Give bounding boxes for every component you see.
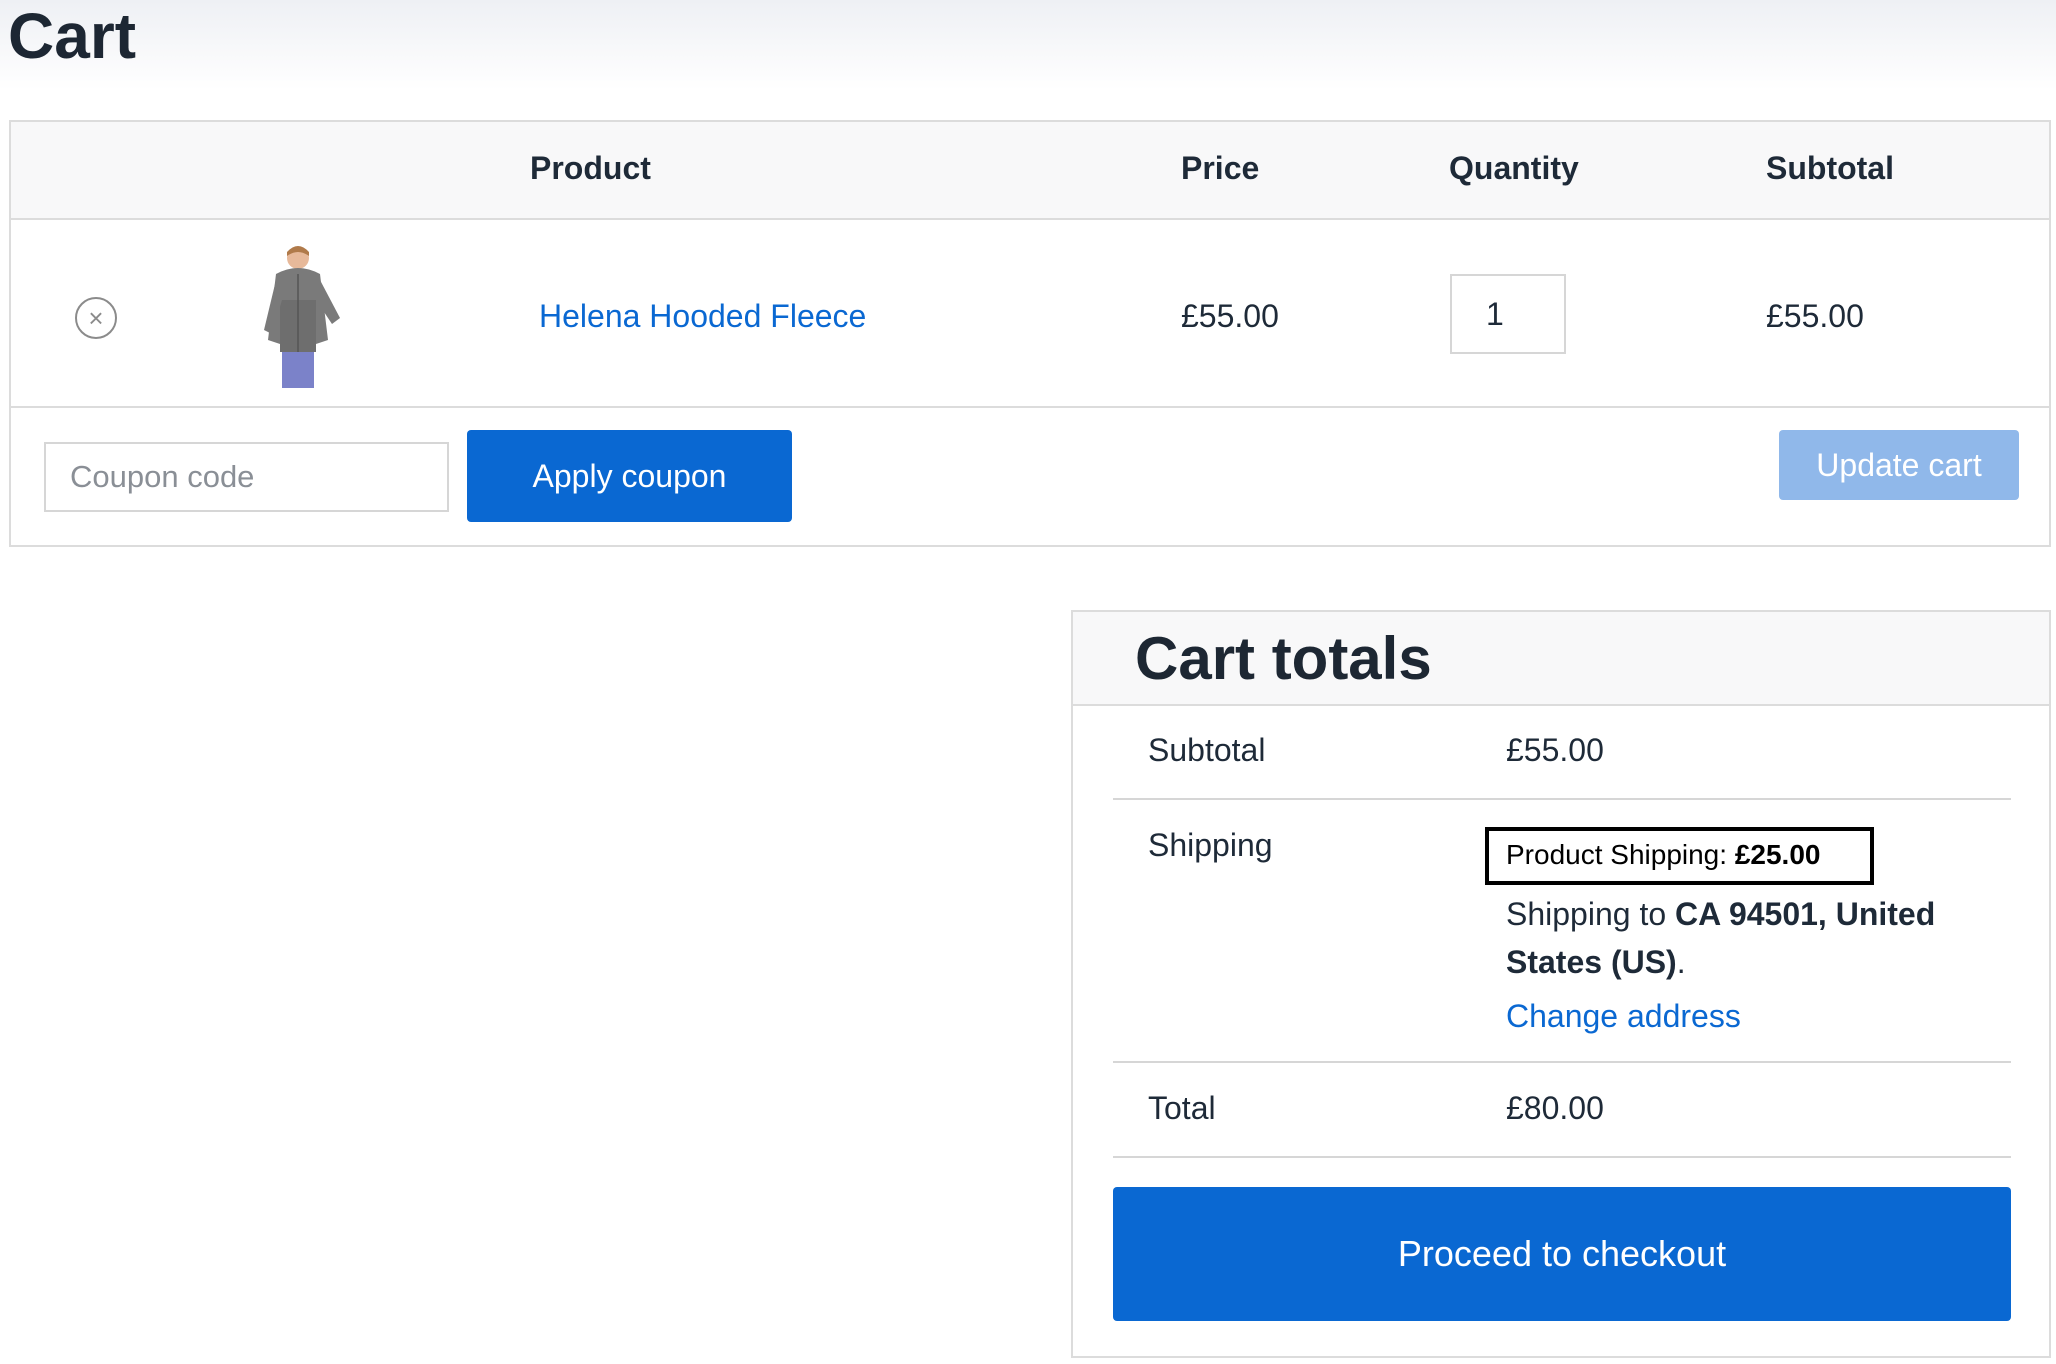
remove-item-button[interactable]: × xyxy=(75,297,117,339)
column-header-subtotal: Subtotal xyxy=(1766,150,1894,186)
column-header-product: Product xyxy=(530,150,651,186)
total-label: Total xyxy=(1148,1090,1216,1126)
subtotal-label: Subtotal xyxy=(1148,732,1266,768)
shipping-label: Shipping xyxy=(1148,827,1273,863)
cart-table: Product Price Quantity Subtotal × Helena… xyxy=(9,120,2051,547)
proceed-to-checkout-button[interactable]: Proceed to checkout xyxy=(1113,1187,2011,1321)
shipping-to-suffix: . xyxy=(1676,944,1686,980)
cart-actions-row: Apply coupon Update cart xyxy=(11,408,2049,545)
shipping-method-value: £25.00 xyxy=(1734,839,1821,870)
cart-totals-header: Cart totals xyxy=(1073,612,2049,706)
change-address-link[interactable]: Change address xyxy=(1506,998,1741,1035)
shipping-method: Product Shipping: £25.00 xyxy=(1506,839,1820,871)
cart-item-row: × Helena Hooded Fleece £55.00 £55.00 xyxy=(11,220,2049,408)
divider xyxy=(1113,1156,2011,1158)
column-header-price: Price xyxy=(1181,150,1260,186)
product-name-link[interactable]: Helena Hooded Fleece xyxy=(539,298,866,335)
divider xyxy=(1113,1061,2011,1063)
product-thumbnail[interactable] xyxy=(236,240,356,390)
apply-coupon-button[interactable]: Apply coupon xyxy=(467,430,792,522)
total-value: £80.00 xyxy=(1506,1090,1604,1126)
page-title: Cart xyxy=(8,0,137,72)
shipping-to-prefix: Shipping to xyxy=(1506,896,1667,932)
coupon-code-input[interactable] xyxy=(44,442,449,512)
item-price: £55.00 xyxy=(1181,298,1279,334)
cart-table-header: Product Price Quantity Subtotal xyxy=(11,122,2049,220)
cart-totals: Cart totals Subtotal £55.00 Shipping Pro… xyxy=(1071,610,2051,1358)
column-header-quantity: Quantity xyxy=(1449,150,1579,186)
shipping-destination: Shipping to CA 94501, United States (US)… xyxy=(1506,890,1986,986)
shipping-method-label: Product Shipping: xyxy=(1506,839,1728,870)
quantity-input[interactable] xyxy=(1450,274,1566,354)
update-cart-button[interactable]: Update cart xyxy=(1779,430,2019,500)
header-band xyxy=(0,0,2056,90)
divider xyxy=(1113,798,2011,800)
item-subtotal: £55.00 xyxy=(1766,298,1864,334)
subtotal-value: £55.00 xyxy=(1506,732,1604,768)
cart-totals-title: Cart totals xyxy=(1135,625,1432,692)
close-circle-icon: × xyxy=(88,303,104,333)
